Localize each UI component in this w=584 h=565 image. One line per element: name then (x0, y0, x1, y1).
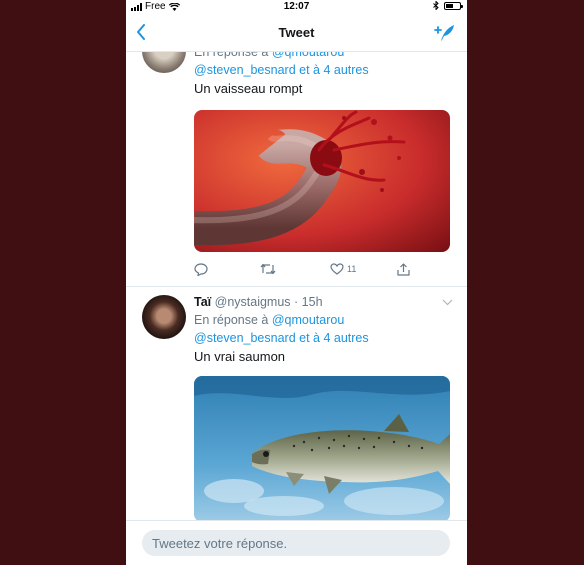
retweet-icon (260, 263, 276, 275)
blood-vessel-illustration (194, 110, 450, 252)
others-link[interactable]: et à 4 autres (299, 331, 369, 345)
compose-tweet-icon (434, 25, 454, 41)
tweet-divider (126, 286, 467, 287)
replying-to: En réponse à @qmoutarou (194, 311, 452, 329)
status-right (433, 1, 463, 10)
reply-button[interactable] (194, 263, 208, 276)
reply-icon (194, 263, 208, 276)
reply-bar (126, 520, 467, 565)
compose-tweet-button[interactable] (433, 23, 455, 48)
reply-input[interactable] (142, 530, 450, 556)
share-button[interactable] (397, 263, 410, 276)
bluetooth-icon (433, 1, 439, 10)
heart-icon (330, 263, 344, 275)
mention-link[interactable]: @qmoutarou (272, 313, 344, 327)
like-button[interactable]: 11 (330, 263, 356, 275)
share-icon (397, 263, 410, 276)
mention-link[interactable]: @steven_besnard (194, 331, 296, 345)
others-link[interactable]: et à 4 autres (299, 63, 369, 77)
replying-to-more: @steven_besnard et à 4 autres (194, 61, 452, 79)
tweet-actions: 11 (194, 263, 414, 279)
like-count: 11 (347, 264, 357, 274)
tweet-text: Un vrai saumon (194, 349, 286, 364)
salmon-photo (194, 376, 450, 522)
replying-to-more: @steven_besnard et à 4 autres (194, 329, 452, 347)
timestamp: · 15h (294, 295, 323, 309)
status-bar: Free 12:07 (126, 0, 467, 14)
retweet-button[interactable] (260, 263, 276, 275)
tweet-header: Taï @nystaigmus · 15h (194, 293, 452, 311)
tweet-image[interactable] (194, 110, 450, 252)
avatar[interactable] (142, 295, 186, 339)
phone-screen: Free 12:07 Tweet En réponse à @qmoutarou… (126, 0, 467, 565)
display-name[interactable]: Taï (194, 295, 211, 309)
tweet-image[interactable] (194, 376, 450, 522)
tweet-content: Taï @nystaigmus · 15h En réponse à @qmou… (194, 293, 452, 366)
navigation-bar: Tweet (126, 15, 467, 52)
replying-prefix: En réponse à (194, 313, 269, 327)
clock: 12:07 (283, 1, 310, 12)
tweet-text: Un vaisseau rompt (194, 81, 303, 96)
battery-icon (444, 1, 463, 10)
page-title: Tweet (278, 25, 315, 40)
mention-link[interactable]: @steven_besnard (194, 63, 296, 77)
user-handle[interactable]: @nystaigmus (215, 295, 291, 309)
